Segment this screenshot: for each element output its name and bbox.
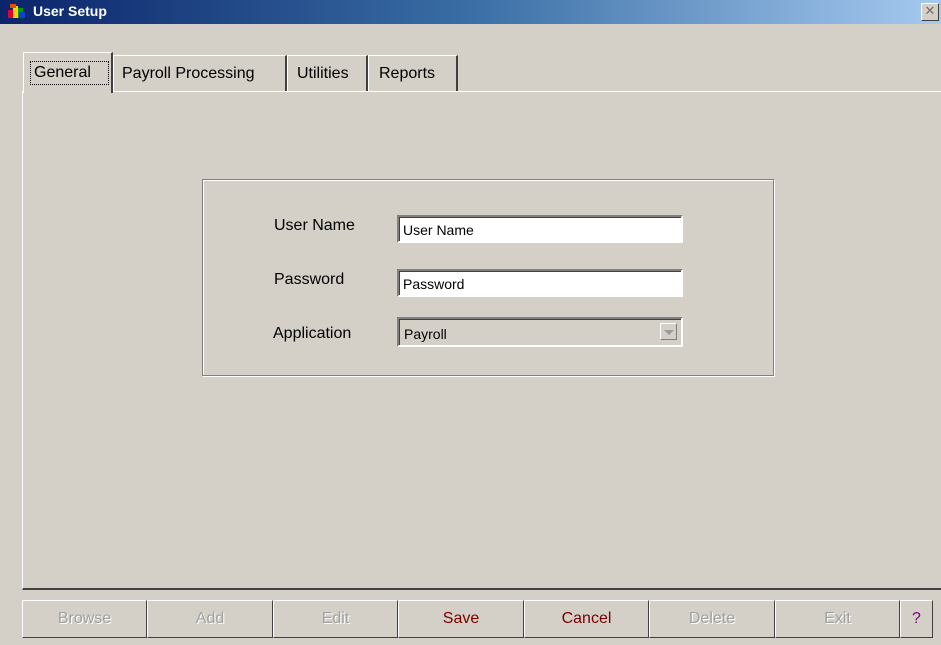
exit-button[interactable]: Exit — [775, 600, 900, 638]
application-label: Application — [273, 325, 352, 342]
user-name-value: User Name — [403, 222, 474, 238]
tab-label: Utilities — [297, 65, 349, 82]
close-icon[interactable]: ✕ — [921, 3, 939, 21]
add-button[interactable]: Add — [147, 600, 273, 638]
cancel-button[interactable]: Cancel — [524, 600, 649, 638]
delete-button[interactable]: Delete — [649, 600, 775, 638]
window-title: User Setup — [33, 3, 107, 19]
user-name-input[interactable]: User Name — [397, 215, 683, 243]
save-button[interactable]: Save — [398, 600, 524, 638]
tab-general[interactable]: General — [23, 52, 113, 93]
tab-payroll-processing[interactable]: Payroll Processing — [113, 55, 287, 91]
chevron-down-icon[interactable] — [660, 323, 677, 340]
browse-button[interactable]: Browse — [22, 600, 147, 638]
password-input[interactable]: Password — [397, 269, 683, 297]
app-logo-icon — [8, 4, 25, 18]
password-value: Password — [403, 276, 465, 292]
tab-label: Reports — [379, 65, 436, 82]
user-name-label: User Name — [274, 217, 355, 234]
application-select[interactable]: Payroll — [397, 317, 683, 347]
help-button[interactable]: ? — [900, 600, 933, 638]
application-value: Payroll — [404, 326, 447, 342]
password-label: Password — [274, 271, 345, 288]
title-bar: User Setup ✕ — [0, 0, 941, 24]
tab-label: General — [34, 64, 91, 81]
tab-reports[interactable]: Reports — [368, 55, 458, 91]
tab-label: Payroll Processing — [122, 65, 255, 82]
tab-utilities[interactable]: Utilities — [287, 55, 368, 91]
edit-button[interactable]: Edit — [273, 600, 398, 638]
